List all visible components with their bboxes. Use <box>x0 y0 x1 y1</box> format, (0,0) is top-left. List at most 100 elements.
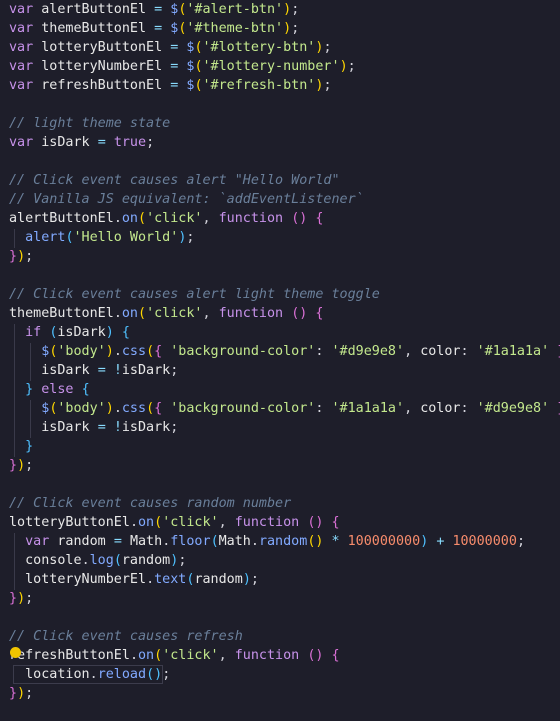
code-token: // Vanilla JS equivalent: `addEventListe… <box>9 192 364 207</box>
code-token: : <box>315 344 332 359</box>
code-token: ) <box>283 21 292 36</box>
code-token: ( <box>210 534 219 549</box>
code-token: = <box>170 40 187 55</box>
code-token: = <box>154 21 171 36</box>
code-token: css <box>121 401 147 416</box>
code-token: 'click' <box>146 211 203 226</box>
code-token: themeButtonEl <box>9 306 114 321</box>
code-token: var <box>9 21 42 36</box>
code-line[interactable]: isDark = !isDark; <box>9 361 178 380</box>
code-token: { <box>331 515 340 530</box>
code-token: ; <box>162 667 171 682</box>
code-line[interactable]: // Click event causes alert light theme … <box>9 285 380 304</box>
code-token: ( <box>65 230 74 245</box>
code-token: + <box>436 534 453 549</box>
code-token: alertButtonEl <box>9 211 114 226</box>
code-line[interactable]: refreshButtonEl.on('click', function () … <box>9 646 340 665</box>
code-line[interactable]: var random = Math.floor(Math.random() * … <box>9 532 525 551</box>
code-line[interactable]: var themeButtonEl = $('#theme-btn'); <box>9 19 299 38</box>
code-token: 100000000 <box>347 534 421 549</box>
code-line[interactable]: alert('Hello World'); <box>9 228 194 247</box>
code-token: 'click' <box>146 306 203 321</box>
code-token: * <box>331 534 348 549</box>
code-line[interactable]: // Click event causes alert "Hello World… <box>9 171 340 190</box>
code-token: css <box>121 344 147 359</box>
code-token: // Click event causes alert light theme … <box>9 287 380 302</box>
code-token: '#d9e9e8' <box>476 401 550 416</box>
code-line[interactable]: lotteryNumberEl.text(random); <box>9 570 259 589</box>
code-token: ; <box>170 420 179 435</box>
code-token: ( <box>138 211 147 226</box>
code-token: lotteryButtonEl <box>9 515 130 530</box>
code-token: } <box>549 344 560 359</box>
code-token: // Click event causes random number <box>9 496 292 511</box>
code-line[interactable]: }); <box>9 247 33 266</box>
code-line[interactable]: themeButtonEl.on('click', function () { <box>9 304 323 323</box>
code-line[interactable]: // Vanilla JS equivalent: `addEventListe… <box>9 190 364 209</box>
code-token: ) <box>242 572 251 587</box>
code-token: ) <box>339 59 348 74</box>
code-line[interactable]: } else { <box>9 380 90 399</box>
code-token: random <box>57 534 114 549</box>
code-token: ; <box>25 591 34 606</box>
code-line[interactable]: lotteryButtonEl.on('click', function () … <box>9 513 340 532</box>
code-token: var <box>9 59 42 74</box>
code-line[interactable]: console.log(random); <box>9 551 186 570</box>
code-token: ; <box>250 572 259 587</box>
code-line[interactable]: // light theme state <box>9 114 170 133</box>
code-token: ; <box>291 21 300 36</box>
code-token: alertButtonEl <box>41 2 155 17</box>
code-line[interactable]: var isDark = true; <box>9 133 154 152</box>
code-token: ( <box>154 515 163 530</box>
code-line[interactable]: var refreshButtonEl = $('#refresh-btn'); <box>9 76 332 95</box>
code-line[interactable]: }); <box>9 589 33 608</box>
code-token: . <box>113 306 122 321</box>
code-token: } <box>549 401 560 416</box>
code-line[interactable]: // Click event causes refresh <box>9 627 243 646</box>
code-token: lotteryNumberEl <box>25 572 147 587</box>
code-token: : <box>315 401 332 416</box>
code-token: { <box>121 325 130 340</box>
code-token: 10000000 <box>452 534 517 549</box>
code-token: '#theme-btn' <box>186 21 284 36</box>
lightbulb-icon[interactable] <box>10 647 21 658</box>
code-line[interactable]: // Click event causes random number <box>9 494 291 513</box>
code-line[interactable]: isDark = !isDark; <box>9 418 178 437</box>
code-line[interactable]: }); <box>9 456 33 475</box>
code-line[interactable]: var lotteryButtonEl = $('#lottery-btn'); <box>9 38 332 57</box>
code-token: { <box>315 306 324 321</box>
code-token: = <box>97 363 114 378</box>
code-token: , <box>202 211 219 226</box>
code-token: random <box>258 534 308 549</box>
code-token: . <box>146 572 155 587</box>
code-token: on <box>138 648 155 663</box>
code-line[interactable]: if (isDark) { <box>9 323 130 342</box>
code-token: ( <box>138 306 147 321</box>
code-token: random <box>121 553 171 568</box>
code-token: , <box>218 648 235 663</box>
code-token: , <box>218 515 235 530</box>
code-token: random <box>194 572 243 587</box>
code-token: themeButtonEl <box>41 21 155 36</box>
code-token: var <box>9 78 42 93</box>
code-line[interactable]: $('body').css({ 'background-color': '#d9… <box>9 342 560 361</box>
code-token: , <box>404 344 421 359</box>
code-token: isDark <box>41 363 98 378</box>
code-line[interactable]: location.reload(); <box>9 665 170 684</box>
code-line[interactable]: }); <box>9 684 33 703</box>
code-line[interactable]: var lotteryNumberEl = $('#lottery-number… <box>9 57 356 76</box>
code-token: . <box>89 667 98 682</box>
code-line[interactable]: $('body').css({ 'background-color': '#1a… <box>9 399 560 418</box>
code-line[interactable]: alertButtonEl.on('click', function () { <box>9 209 323 228</box>
code-line[interactable]: var alertButtonEl = $('#alert-btn'); <box>9 0 299 19</box>
code-editor[interactable]: var alertButtonEl = $('#alert-btn'); var … <box>0 0 560 721</box>
code-line[interactable]: } <box>9 437 33 456</box>
code-token: true <box>113 135 147 150</box>
code-token: var <box>9 40 42 55</box>
code-token: . <box>113 344 122 359</box>
